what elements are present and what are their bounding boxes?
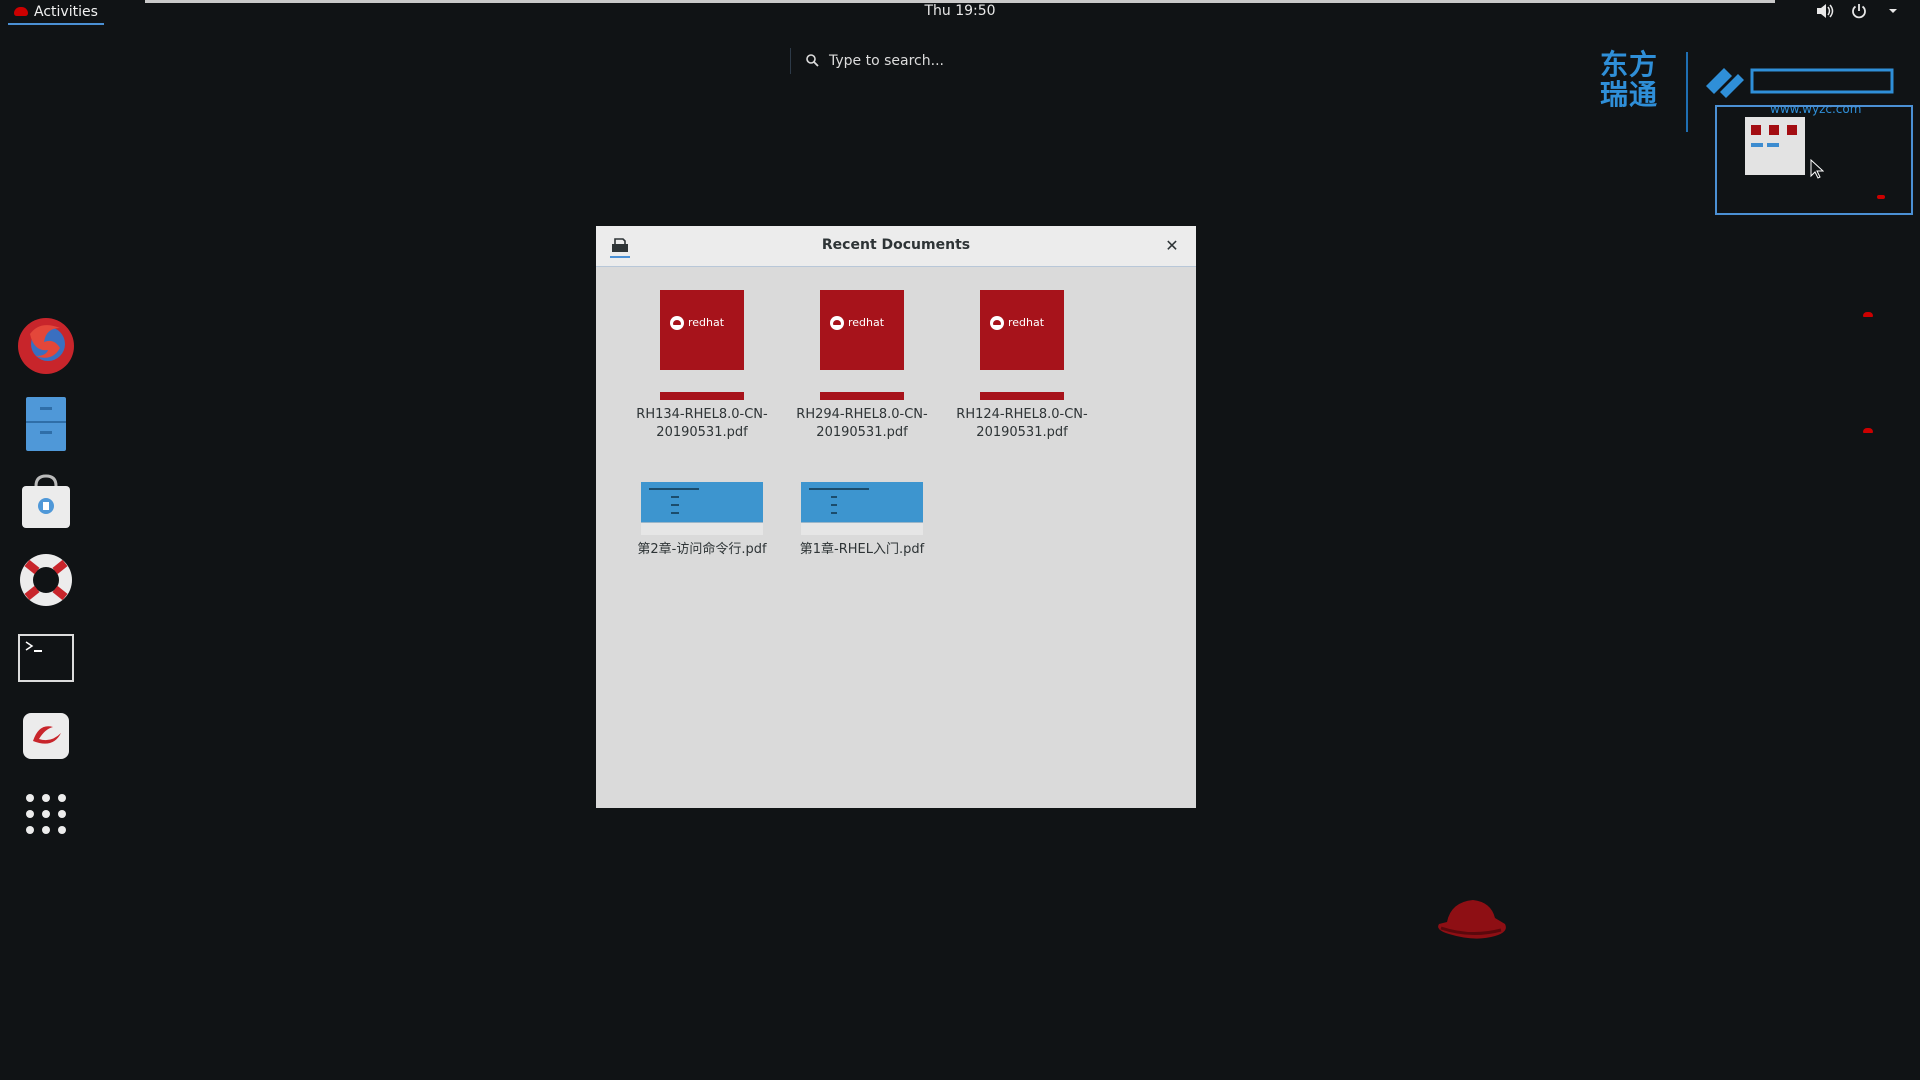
thumbnail-strip [660, 392, 744, 400]
thumbnail-strip [820, 392, 904, 400]
redhat-logo-icon [830, 316, 844, 330]
document-name: RH294-RHEL8.0-CN-20190531.pdf [796, 407, 928, 440]
search-icon [805, 52, 819, 71]
empty-workspace-icon[interactable] [1863, 428, 1873, 433]
redhat-customer-portal-launcher[interactable] [14, 704, 78, 768]
brand-line-1: 东方 [1600, 48, 1659, 81]
empty-workspace-icon[interactable] [1863, 312, 1873, 317]
document-item[interactable]: redhat RH124-RHEL8.0-CN-20190531.pdf [942, 290, 1102, 442]
power-icon[interactable] [1850, 2, 1868, 20]
document-thumbnail [801, 482, 923, 522]
workspace-window-preview[interactable] [1745, 117, 1805, 175]
mouse-cursor-icon [1810, 159, 1824, 179]
brand-line-2: 瑞通 [1600, 78, 1659, 111]
dialog-title: Recent Documents [821, 237, 971, 253]
clock[interactable]: Thu 19:50 [0, 3, 1920, 19]
workspace-thumbnail[interactable] [1715, 105, 1913, 215]
thumbnail-brand-text: redhat [688, 316, 725, 329]
software-launcher[interactable] [14, 470, 78, 534]
recent-documents-dialog: Recent Documents ✕ redhat RH134-RHEL8.0-… [596, 226, 1196, 808]
redhat-logo-icon [1438, 900, 1506, 939]
thumbnail-brand-text: redhat [848, 316, 885, 329]
top-bar: Activities Thu 19:50 [0, 0, 1920, 25]
document-thumbnail: redhat [820, 290, 904, 370]
document-item[interactable]: 第2章-访问命令行.pdf [622, 482, 782, 559]
files-launcher[interactable] [14, 392, 78, 456]
dialog-header: Recent Documents ✕ [596, 226, 1196, 267]
terminal-icon [18, 634, 74, 682]
document-thumbnail: redhat [980, 290, 1064, 370]
help-launcher[interactable] [14, 548, 78, 612]
thumbnail-brand-text: redhat [1008, 316, 1045, 329]
document-thumbnail [641, 482, 763, 522]
close-button[interactable]: ✕ [1162, 235, 1182, 255]
software-store-icon [22, 474, 70, 528]
firefox-launcher[interactable] [14, 314, 78, 378]
redhat-logo-icon [990, 316, 1004, 330]
chevron-down-icon[interactable] [1884, 2, 1902, 20]
document-name: RH124-RHEL8.0-CN-20190531.pdf [956, 407, 1088, 440]
document-item[interactable]: redhat RH134-RHEL8.0-CN-20190531.pdf [622, 290, 782, 442]
brand-text: 东方 瑞通 [1600, 50, 1670, 110]
redhat-logo-icon [1877, 195, 1885, 199]
terminal-launcher[interactable] [14, 626, 78, 690]
app-grid-icon [26, 794, 66, 834]
wyzc-logo-icon [1706, 68, 1894, 98]
search-input[interactable]: Type to search... [790, 48, 1145, 74]
thumbnail-page [641, 522, 763, 535]
close-icon: ✕ [1165, 235, 1179, 255]
file-manager-icon [26, 397, 66, 451]
document-item[interactable]: 第1章-RHEL入门.pdf [782, 482, 942, 559]
redhat-logo-icon [670, 316, 684, 330]
thumbnail-page [801, 522, 923, 535]
thumbnail-strip [980, 392, 1064, 400]
document-name: 第2章-访问命令行.pdf [637, 542, 767, 557]
lifebuoy-icon [20, 554, 72, 606]
brand-divider [1686, 52, 1688, 132]
show-applications[interactable] [14, 782, 78, 846]
firefox-icon [18, 318, 74, 374]
document-name: 第1章-RHEL入门.pdf [799, 542, 925, 557]
search-placeholder: Type to search... [829, 53, 944, 69]
volume-icon[interactable] [1816, 2, 1834, 20]
system-menu[interactable] [1816, 2, 1902, 20]
redhat-icon [23, 713, 69, 759]
document-thumbnail: redhat [660, 290, 744, 370]
document-item[interactable]: redhat RH294-RHEL8.0-CN-20190531.pdf [782, 290, 942, 442]
document-name: RH134-RHEL8.0-CN-20190531.pdf [636, 407, 768, 440]
